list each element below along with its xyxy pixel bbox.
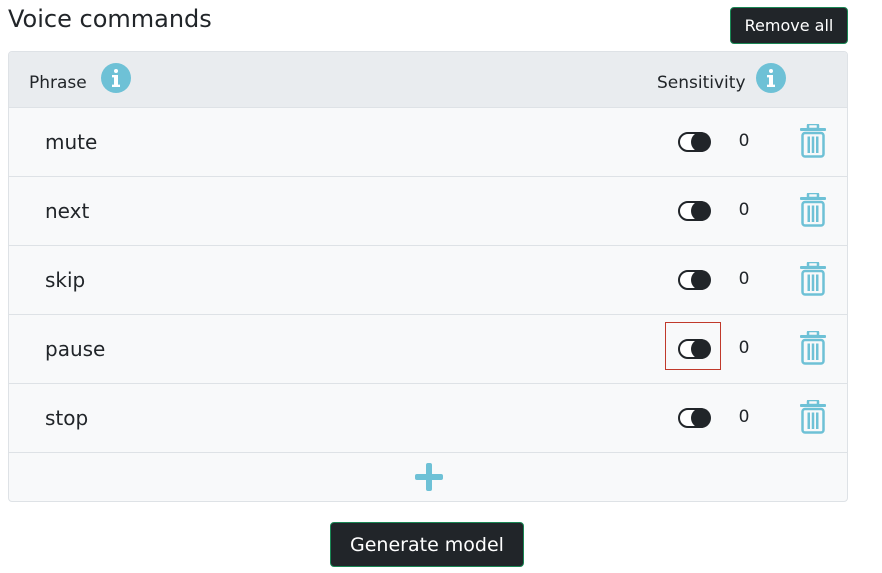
phrase-text: stop — [45, 406, 89, 430]
table-row: mute 0 — [9, 108, 847, 177]
plus-icon[interactable] — [415, 463, 443, 491]
table-row: stop 0 — [9, 384, 847, 453]
phrase-text: mute — [45, 130, 98, 154]
table-row: next 0 — [9, 177, 847, 246]
sensitivity-toggle[interactable] — [678, 201, 711, 221]
phrase-text: skip — [45, 268, 86, 292]
sensitivity-toggle[interactable] — [678, 270, 711, 290]
info-icon[interactable] — [101, 63, 131, 93]
sensitivity-value: 0 — [738, 338, 750, 358]
table-row: skip 0 — [9, 246, 847, 315]
sensitivity-toggle[interactable] — [678, 339, 711, 359]
page-title: Voice commands — [8, 5, 212, 33]
trash-icon[interactable] — [799, 124, 827, 158]
trash-icon[interactable] — [799, 400, 827, 434]
sensitivity-value: 0 — [738, 131, 750, 151]
generate-model-button[interactable]: Generate model — [330, 522, 524, 567]
phrase-text: pause — [45, 337, 106, 361]
add-row-area — [9, 453, 847, 501]
phrase-text: next — [45, 199, 90, 223]
sensitivity-value: 0 — [738, 269, 750, 289]
info-icon[interactable] — [756, 63, 786, 93]
trash-icon[interactable] — [799, 331, 827, 365]
remove-all-button[interactable]: Remove all — [730, 7, 848, 44]
table-row: pause 0 — [9, 315, 847, 384]
table-header: Phrase Sensitivity — [9, 52, 847, 108]
sensitivity-toggle[interactable] — [678, 408, 711, 428]
sensitivity-value: 0 — [738, 407, 750, 427]
phrase-column-header: Phrase — [29, 73, 87, 93]
sensitivity-toggle[interactable] — [678, 132, 711, 152]
sensitivity-column-header: Sensitivity — [657, 73, 746, 93]
trash-icon[interactable] — [799, 262, 827, 296]
trash-icon[interactable] — [799, 193, 827, 227]
voice-commands-table: Phrase Sensitivity mute 0 next 0 skip 0 … — [8, 51, 848, 502]
sensitivity-value: 0 — [738, 200, 750, 220]
